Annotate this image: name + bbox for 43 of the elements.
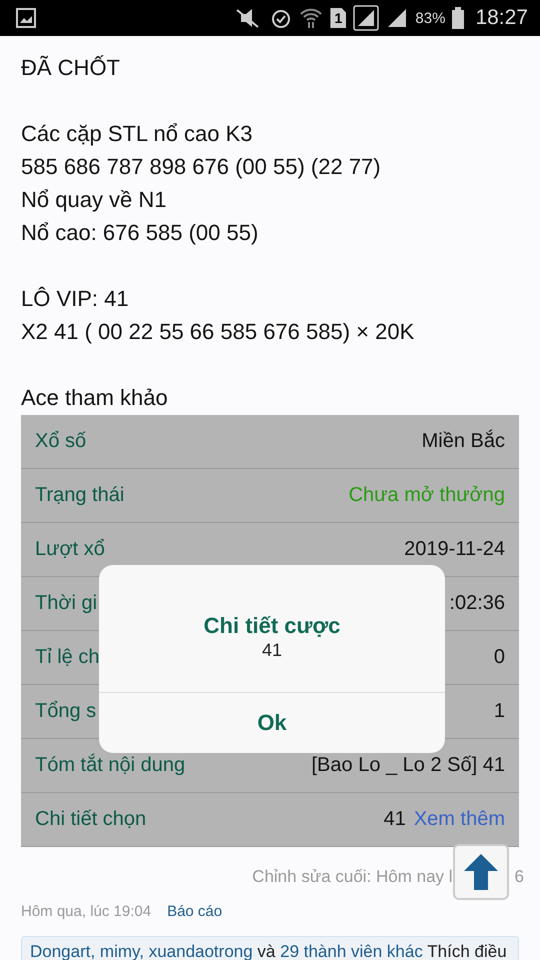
post-text-line: 585 686 787 898 676 (00 55) (22 77) bbox=[21, 153, 382, 181]
signal-icon bbox=[386, 7, 408, 29]
sim-icon: 1 bbox=[330, 8, 346, 28]
battery-percent: 83% bbox=[415, 10, 446, 26]
ok-button[interactable]: Ok bbox=[99, 693, 445, 753]
image-icon bbox=[16, 8, 36, 28]
row-value: 2019-11-24 bbox=[404, 538, 505, 561]
row-value: Miền Bắc bbox=[422, 430, 505, 453]
post-time: Hôm qua, lúc 19:04 bbox=[21, 903, 152, 920]
row-label: Chi tiết chọn bbox=[35, 808, 146, 831]
edited-note: Chỉnh sửa cuối: Hôm nay l bbox=[252, 867, 453, 887]
post-text-line: Nổ cao: 676 585 (00 55) bbox=[21, 219, 260, 247]
scroll-top-button[interactable] bbox=[453, 844, 509, 900]
post-text-line: LÔ VIP: 41 bbox=[21, 285, 130, 313]
clock-time: 18:27 bbox=[475, 6, 528, 30]
battery-icon bbox=[452, 7, 464, 29]
row-label: Tóm tắt nội dung bbox=[35, 754, 186, 777]
post-text-line: ĐÃ CHỐT bbox=[21, 54, 121, 82]
post-text-line: Các cặp STL nổ cao K3 bbox=[21, 120, 254, 148]
alarm-icon bbox=[270, 7, 292, 29]
row-label: Thời gi bbox=[35, 592, 98, 615]
report-link[interactable]: Báo cáo bbox=[167, 903, 222, 920]
post-text-line: Ace tham khảo bbox=[21, 384, 169, 412]
row-value: 1 bbox=[494, 700, 505, 723]
row-value: 41 bbox=[384, 808, 406, 831]
up-arrow-icon bbox=[464, 854, 498, 890]
row-value: :02:36 bbox=[449, 592, 505, 615]
status-value: Chưa mở thưởng bbox=[348, 484, 505, 507]
others-link[interactable]: 29 thành viên khác bbox=[280, 942, 423, 960]
dialog-message: 41 bbox=[262, 639, 282, 661]
row-value: [Bao Lo _ Lo 2 Số] 41 bbox=[312, 754, 505, 777]
row-label: Tổng s bbox=[35, 700, 96, 723]
signal-icon bbox=[353, 5, 380, 31]
wifi-icon bbox=[299, 6, 324, 30]
row-label: Xổ số bbox=[35, 430, 86, 453]
row-value: 0 bbox=[494, 646, 505, 669]
post-text-line: Nổ quay về N1 bbox=[21, 186, 168, 214]
row-label: Trạng thái bbox=[35, 484, 124, 507]
post-text-line: X2 41 ( 00 22 55 66 585 676 585) × 20K bbox=[21, 318, 416, 346]
row-label: Tỉ lệ ch bbox=[35, 646, 100, 669]
dialog-title: Chi tiết cược bbox=[204, 613, 340, 639]
row-label: Lượt xổ bbox=[35, 538, 105, 561]
edited-note-tail: 6 bbox=[514, 867, 524, 887]
